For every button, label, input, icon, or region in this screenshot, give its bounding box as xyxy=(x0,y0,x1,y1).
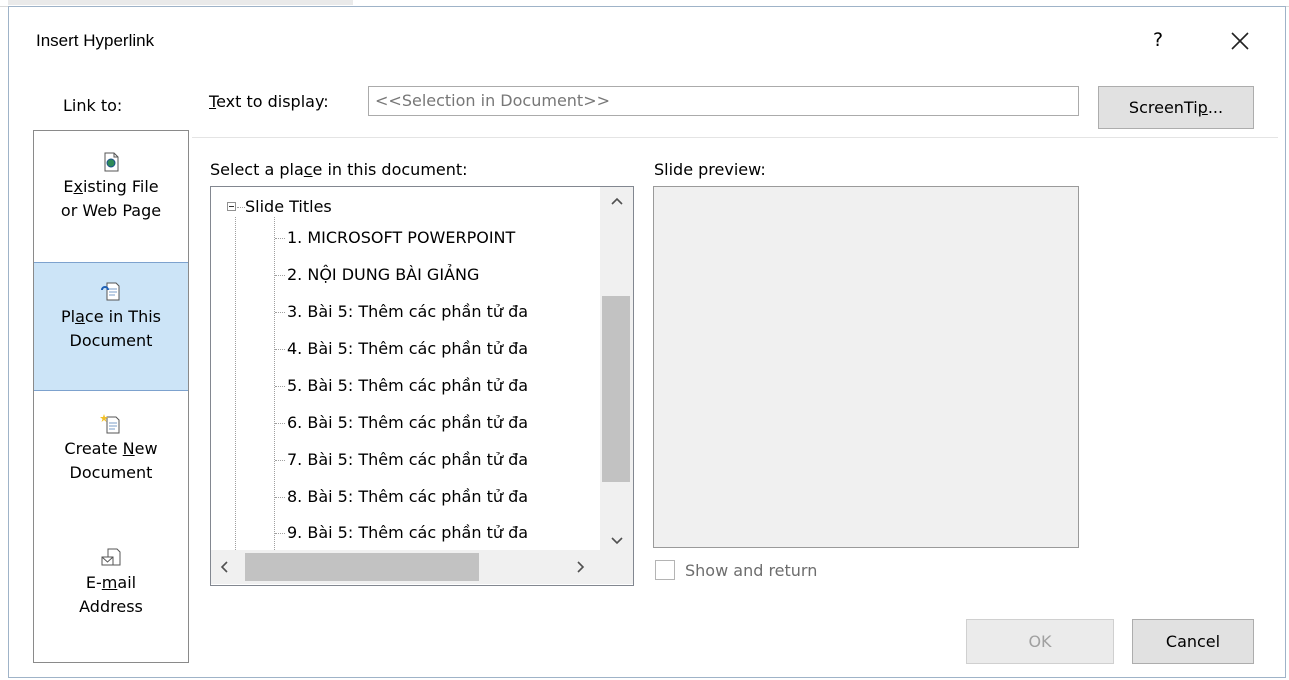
tree-item-label: 8. Bài 5: Thêm các phần tử đa xyxy=(287,487,529,506)
ok-button[interactable]: OK xyxy=(966,619,1114,664)
close-icon xyxy=(1231,32,1249,50)
link-to-label: Link to: xyxy=(63,96,123,115)
tree-connector xyxy=(275,497,285,498)
tree-connector xyxy=(275,312,285,313)
tree-guide-children xyxy=(274,217,275,550)
show-and-return-checkbox[interactable] xyxy=(655,560,675,580)
top-strip-shade xyxy=(8,0,353,5)
text-to-display-field[interactable]: <<Selection in Document>> xyxy=(368,86,1079,116)
tree-connector xyxy=(275,423,285,424)
tree-connector xyxy=(275,349,285,350)
tree-root-label: Slide Titles xyxy=(245,197,332,216)
separator xyxy=(192,137,1278,138)
existing-file-label-1: Existing File xyxy=(63,177,159,196)
tree-item-label: 2. NỘI DUNG BÀI GIẢNG xyxy=(287,265,480,284)
horizontal-scrollbar[interactable] xyxy=(211,550,600,584)
email-address-icon xyxy=(101,548,121,566)
link-create-new-document[interactable]: Create New Document xyxy=(34,413,188,523)
existing-file-icon xyxy=(104,152,119,172)
scroll-left-icon[interactable] xyxy=(219,559,229,578)
tree-connector xyxy=(275,238,285,239)
tree-item-label: 7. Bài 5: Thêm các phần tử đa xyxy=(287,450,529,469)
tree-item-label: 3. Bài 5: Thêm các phần tử đa xyxy=(287,302,529,321)
tree-connector xyxy=(275,460,285,461)
create-new-document-icon xyxy=(100,414,120,434)
scroll-right-icon[interactable] xyxy=(576,559,586,578)
text-to-display-label: Text to display: xyxy=(209,92,329,111)
scroll-corner xyxy=(600,550,633,584)
select-place-label: Select a place in this document: xyxy=(210,160,468,179)
close-button[interactable] xyxy=(1222,24,1258,58)
tree-item-label: 1. MICROSOFT POWERPOINT xyxy=(287,228,516,247)
slide-preview-label: Slide preview: xyxy=(654,160,766,179)
screentip-button[interactable]: ScreenTip... xyxy=(1098,86,1254,129)
link-email-address[interactable]: E-mail Address xyxy=(34,547,188,657)
tree-item-label: 4. Bài 5: Thêm các phần tử đa xyxy=(287,339,529,358)
horizontal-scroll-thumb[interactable] xyxy=(245,553,479,581)
tree-connector xyxy=(275,386,285,387)
scroll-up-icon[interactable] xyxy=(600,191,633,210)
place-in-document-label-1: Place in This xyxy=(61,307,161,326)
place-in-document-label-2: Document xyxy=(69,331,153,350)
dialog-title: Insert Hyperlink xyxy=(36,31,155,50)
tree-item-label: 5. Bài 5: Thêm các phần tử đa xyxy=(287,376,529,395)
link-to-sidebar: Existing File or Web Page Place in This … xyxy=(33,130,189,663)
existing-file-label-2: or Web Page xyxy=(60,201,162,220)
create-new-label-2: Document xyxy=(69,463,153,482)
create-new-label-1: Create New xyxy=(64,439,158,458)
tree-item-label: 9. Bài 5: Thêm các phần tử đa xyxy=(287,523,529,542)
link-existing-file[interactable]: Existing File or Web Page xyxy=(34,151,188,261)
link-place-in-document[interactable]: Place in This Document xyxy=(34,262,188,391)
place-in-document-icon xyxy=(101,282,120,301)
help-button[interactable]: ? xyxy=(1144,24,1172,56)
email-label-1: E-mail xyxy=(85,573,137,592)
tree-item-label: 6. Bài 5: Thêm các phần tử đa xyxy=(287,413,529,432)
vertical-scrollbar[interactable] xyxy=(600,187,633,550)
tree-connector xyxy=(275,275,285,276)
email-label-2: Address xyxy=(79,597,143,616)
tree-guide-root xyxy=(235,217,236,550)
cancel-button[interactable]: Cancel xyxy=(1132,619,1254,664)
collapse-icon[interactable] xyxy=(227,202,236,211)
document-places-tree[interactable]: Slide Titles 1. MICROSOFT POWERPOINT 2. … xyxy=(210,186,634,586)
slide-preview-pane xyxy=(653,186,1079,548)
tree-connector xyxy=(237,207,245,208)
vertical-scroll-thumb[interactable] xyxy=(602,296,630,482)
scroll-down-icon[interactable] xyxy=(600,531,633,550)
tree-connector xyxy=(275,533,285,534)
show-and-return-label: Show and return xyxy=(685,561,818,580)
